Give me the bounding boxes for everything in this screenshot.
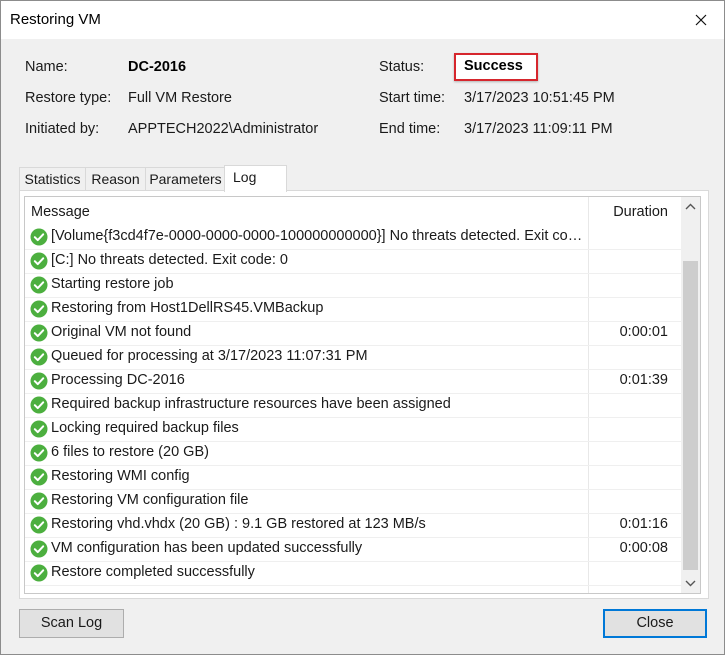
start-time-value: 3/17/2023 10:51:45 PM bbox=[464, 90, 615, 106]
scroll-down-icon[interactable] bbox=[685, 580, 696, 587]
success-check-icon bbox=[30, 348, 48, 366]
log-message: Restoring WMI config bbox=[51, 468, 190, 484]
log-header: Message Duration bbox=[25, 197, 681, 222]
success-check-icon bbox=[30, 228, 48, 246]
success-check-icon bbox=[30, 300, 48, 318]
success-check-icon bbox=[30, 516, 48, 534]
success-check-icon bbox=[30, 420, 48, 438]
end-time-value: 3/17/2023 11:09:11 PM bbox=[464, 121, 613, 137]
log-message: 6 files to restore (20 GB) bbox=[51, 444, 209, 460]
end-time-label: End time: bbox=[379, 121, 441, 137]
tab-log[interactable]: Log bbox=[224, 165, 287, 192]
log-list[interactable]: Message Duration [Volume{f3cd4f7e-0000-0… bbox=[24, 196, 701, 594]
log-row[interactable]: [Volume{f3cd4f7e-0000-0000-0000-10000000… bbox=[25, 225, 681, 250]
log-message: Original VM not found bbox=[51, 324, 192, 340]
log-duration: 0:01:39 bbox=[619, 372, 668, 388]
success-check-icon bbox=[30, 396, 48, 414]
tab-parameters[interactable]: Parameters bbox=[145, 167, 226, 191]
log-row[interactable]: Queued for processing at 3/17/2023 11:07… bbox=[25, 345, 681, 370]
log-row[interactable]: VM configuration has been updated succes… bbox=[25, 537, 681, 562]
log-message: Required backup infrastructure resources… bbox=[51, 396, 451, 412]
log-message: Restoring from Host1DellRS45.VMBackup bbox=[51, 300, 324, 316]
log-message: Restoring vhd.vhdx (20 GB) : 9.1 GB rest… bbox=[51, 516, 426, 532]
start-time-label: Start time: bbox=[379, 90, 446, 106]
log-row[interactable]: Starting restore job bbox=[25, 273, 681, 298]
success-check-icon bbox=[30, 564, 48, 582]
log-row[interactable]: 6 files to restore (20 GB) bbox=[25, 441, 681, 466]
log-message: VM configuration has been updated succes… bbox=[51, 540, 363, 556]
initiated-by-value: APPTECH2022\Administrator bbox=[128, 121, 319, 137]
log-message: [C:] No threats detected. Exit code: 0 bbox=[51, 252, 288, 268]
log-duration: 0:00:01 bbox=[619, 324, 668, 340]
vertical-scrollbar[interactable] bbox=[681, 197, 700, 593]
log-row[interactable]: Restore completed successfully bbox=[25, 561, 681, 586]
log-row[interactable]: Locking required backup files bbox=[25, 417, 681, 442]
log-row[interactable]: Restoring VM configuration file bbox=[25, 489, 681, 514]
title-bar: Restoring VM bbox=[1, 1, 724, 39]
success-check-icon bbox=[30, 252, 48, 270]
success-check-icon bbox=[30, 492, 48, 510]
log-row[interactable]: Processing DC-2016 0:01:39 bbox=[25, 369, 681, 394]
status-value: Success bbox=[464, 58, 523, 74]
log-panel: Message Duration [Volume{f3cd4f7e-0000-0… bbox=[19, 190, 709, 599]
success-check-icon bbox=[30, 468, 48, 486]
window-close-button[interactable] bbox=[686, 5, 716, 35]
log-message: Queued for processing at 3/17/2023 11:07… bbox=[51, 348, 368, 364]
restore-type-value: Full VM Restore bbox=[128, 90, 232, 106]
log-message: Processing DC-2016 bbox=[51, 372, 185, 388]
success-check-icon bbox=[30, 540, 48, 558]
scrollbar-thumb[interactable] bbox=[683, 261, 698, 570]
log-row[interactable]: Original VM not found 0:00:01 bbox=[25, 321, 681, 346]
window-title: Restoring VM bbox=[10, 11, 101, 28]
success-check-icon bbox=[30, 372, 48, 390]
log-row[interactable]: Restoring vhd.vhdx (20 GB) : 9.1 GB rest… bbox=[25, 513, 681, 538]
log-message: Restore completed successfully bbox=[51, 564, 255, 580]
duration-column-header[interactable]: Duration bbox=[613, 204, 668, 220]
status-badge: Success bbox=[454, 53, 538, 81]
log-message: Starting restore job bbox=[51, 276, 174, 292]
success-check-icon bbox=[30, 324, 48, 342]
log-message: Locking required backup files bbox=[51, 420, 239, 436]
success-check-icon bbox=[30, 444, 48, 462]
name-value: DC-2016 bbox=[128, 59, 187, 75]
log-row[interactable]: [C:] No threats detected. Exit code: 0 bbox=[25, 249, 681, 274]
log-message: Restoring VM configuration file bbox=[51, 492, 249, 508]
message-column-header[interactable]: Message bbox=[31, 204, 90, 220]
log-message: [Volume{f3cd4f7e-0000-0000-0000-10000000… bbox=[51, 228, 585, 244]
scroll-up-icon[interactable] bbox=[685, 203, 696, 210]
log-duration: 0:01:16 bbox=[619, 516, 668, 532]
restoring-vm-dialog: Restoring VM Name: DC-2016 Restore type:… bbox=[0, 0, 725, 655]
log-row[interactable]: Restoring from Host1DellRS45.VMBackup bbox=[25, 297, 681, 322]
close-button[interactable]: Close bbox=[603, 609, 707, 638]
log-row[interactable]: Restoring WMI config bbox=[25, 465, 681, 490]
restore-type-label: Restore type: bbox=[25, 90, 112, 106]
tab-statistics[interactable]: Statistics bbox=[19, 167, 86, 191]
close-icon bbox=[695, 14, 707, 26]
name-label: Name: bbox=[25, 59, 68, 75]
tab-reason[interactable]: Reason bbox=[85, 167, 146, 191]
scan-log-button[interactable]: Scan Log bbox=[19, 609, 124, 638]
log-row[interactable]: Required backup infrastructure resources… bbox=[25, 393, 681, 418]
log-duration: 0:00:08 bbox=[619, 540, 668, 556]
status-label: Status: bbox=[379, 59, 425, 75]
success-check-icon bbox=[30, 276, 48, 294]
initiated-by-label: Initiated by: bbox=[25, 121, 100, 137]
